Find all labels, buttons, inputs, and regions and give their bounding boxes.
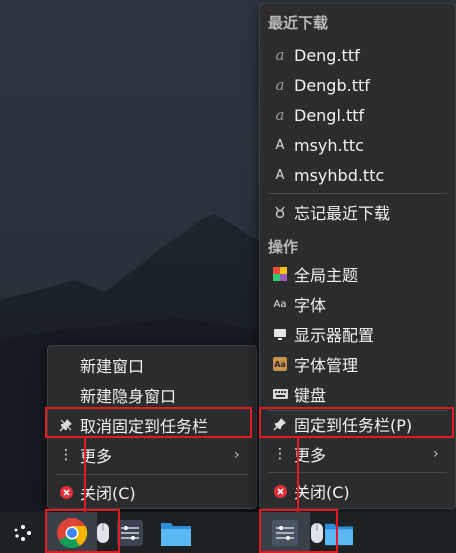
close-icon [270, 484, 290, 498]
recent-file-label: Deng.ttf [294, 45, 360, 65]
font-file-icon: a [275, 106, 285, 124]
menu-separator [268, 472, 447, 473]
highlight-connector-left [84, 438, 86, 512]
launcher-icon [14, 524, 31, 541]
menu-item-unpin-from-taskbar[interactable]: 取消固定到任务栏 [48, 410, 256, 440]
menu-item-fonts[interactable]: Aa 字体 [260, 289, 455, 319]
font-file-icon: A [275, 137, 285, 153]
taskbar-settings-button[interactable] [259, 512, 310, 553]
menu-item-label: 键盘 [294, 386, 327, 405]
taskbar-settings-app[interactable] [113, 512, 147, 553]
menu-item-label: 新建窗口 [80, 357, 145, 376]
launcher-button[interactable] [2, 512, 42, 553]
menu-item-global-theme[interactable]: 全局主题 [260, 259, 455, 289]
taskbar-file-manager[interactable] [322, 512, 356, 553]
recent-file-item[interactable]: A msyh.ttc [260, 130, 455, 160]
recent-file-item[interactable]: a Deng.ttf [260, 40, 455, 70]
menu-item-new-incognito-window[interactable]: 新建隐身窗口 [48, 380, 256, 410]
menu-item-label: 关闭(C) [80, 484, 136, 503]
font-icon: Aa [273, 298, 287, 310]
recent-file-item[interactable]: a Dengb.ttf [260, 70, 455, 100]
section-header-recent-downloads: 最近下载 [268, 14, 329, 32]
chrome-icon [56, 517, 87, 548]
keyboard-icon [270, 389, 290, 399]
font-file-icon: a [275, 76, 285, 94]
recent-file-item[interactable]: A msyhbd.ttc [260, 160, 455, 190]
recent-file-item[interactable]: a Dengl.ttf [260, 100, 455, 130]
highlight-connector-right [297, 438, 299, 512]
recent-file-label: msyhbd.ttc [294, 165, 385, 185]
folder-icon [325, 523, 353, 545]
settings-sliders-icon [117, 519, 143, 546]
recent-file-label: Dengb.ttf [294, 75, 370, 95]
pin-icon [270, 417, 290, 431]
taskbar-file-manager[interactable] [155, 512, 197, 553]
section-header-actions: 操作 [268, 238, 299, 256]
more-vertical-icon: ⋮ [59, 447, 73, 463]
taskbar-chrome-button[interactable] [46, 512, 97, 553]
menu-item-close[interactable]: 关闭(C) [260, 476, 455, 506]
chrome-context-menu: 新建窗口 新建隐身窗口 取消固定到任务栏 ⋮ 更多 › 关闭(C) [47, 345, 257, 509]
menu-item-keyboard[interactable]: 键盘 [260, 379, 455, 409]
menu-item-label: 固定到任务栏(P) [294, 416, 413, 435]
font-file-icon: a [275, 46, 285, 64]
font-file-icon: A [275, 167, 285, 183]
taskbar-mouse-app[interactable] [94, 512, 112, 553]
menu-item-forget-recent-downloads[interactable]: 忘记最近下载 [260, 197, 455, 227]
unpin-icon [56, 418, 76, 432]
mouse-icon [97, 522, 109, 543]
menu-item-label: 新建隐身窗口 [80, 387, 177, 406]
menu-item-display-configuration[interactable]: 显示器配置 [260, 319, 455, 349]
recent-file-label: msyh.ttc [294, 135, 364, 155]
menu-item-pin-to-taskbar[interactable]: 固定到任务栏(P) [260, 409, 455, 439]
monitor-icon [270, 327, 290, 341]
font-manager-icon: Aa [270, 357, 290, 371]
menu-item-font-management[interactable]: Aa 字体管理 [260, 349, 455, 379]
menu-item-label: 忘记最近下载 [294, 204, 391, 223]
menu-item-label: 更多 [294, 446, 327, 465]
more-vertical-icon: ⋮ [273, 446, 287, 462]
menu-separator [268, 193, 447, 194]
folder-icon [161, 522, 191, 546]
theme-icon [270, 267, 290, 281]
taskbar [0, 512, 456, 553]
chevron-right-icon: › [433, 446, 439, 462]
menu-item-more[interactable]: ⋮ 更多 › [260, 439, 455, 469]
settings-sliders-icon [271, 519, 298, 546]
menu-item-label: 全局主题 [294, 266, 359, 285]
menu-item-more[interactable]: ⋮ 更多 › [48, 440, 256, 470]
system-settings-context-menu: 最近下载 a Deng.ttf a Dengb.ttf a Dengl.ttf … [259, 3, 456, 509]
menu-item-new-window[interactable]: 新建窗口 [48, 350, 256, 380]
recent-file-label: Dengl.ttf [294, 105, 365, 125]
menu-item-close[interactable]: 关闭(C) [48, 477, 256, 507]
close-icon [56, 485, 76, 499]
menu-item-label: 更多 [80, 447, 113, 466]
menu-item-label: 关闭(C) [294, 483, 350, 502]
menu-item-label: 字体 [294, 296, 327, 315]
broom-icon [270, 205, 290, 219]
menu-item-label: 字体管理 [294, 356, 359, 375]
menu-item-label: 显示器配置 [294, 326, 375, 345]
chevron-right-icon: › [234, 447, 240, 463]
menu-item-label: 取消固定到任务栏 [80, 417, 209, 436]
